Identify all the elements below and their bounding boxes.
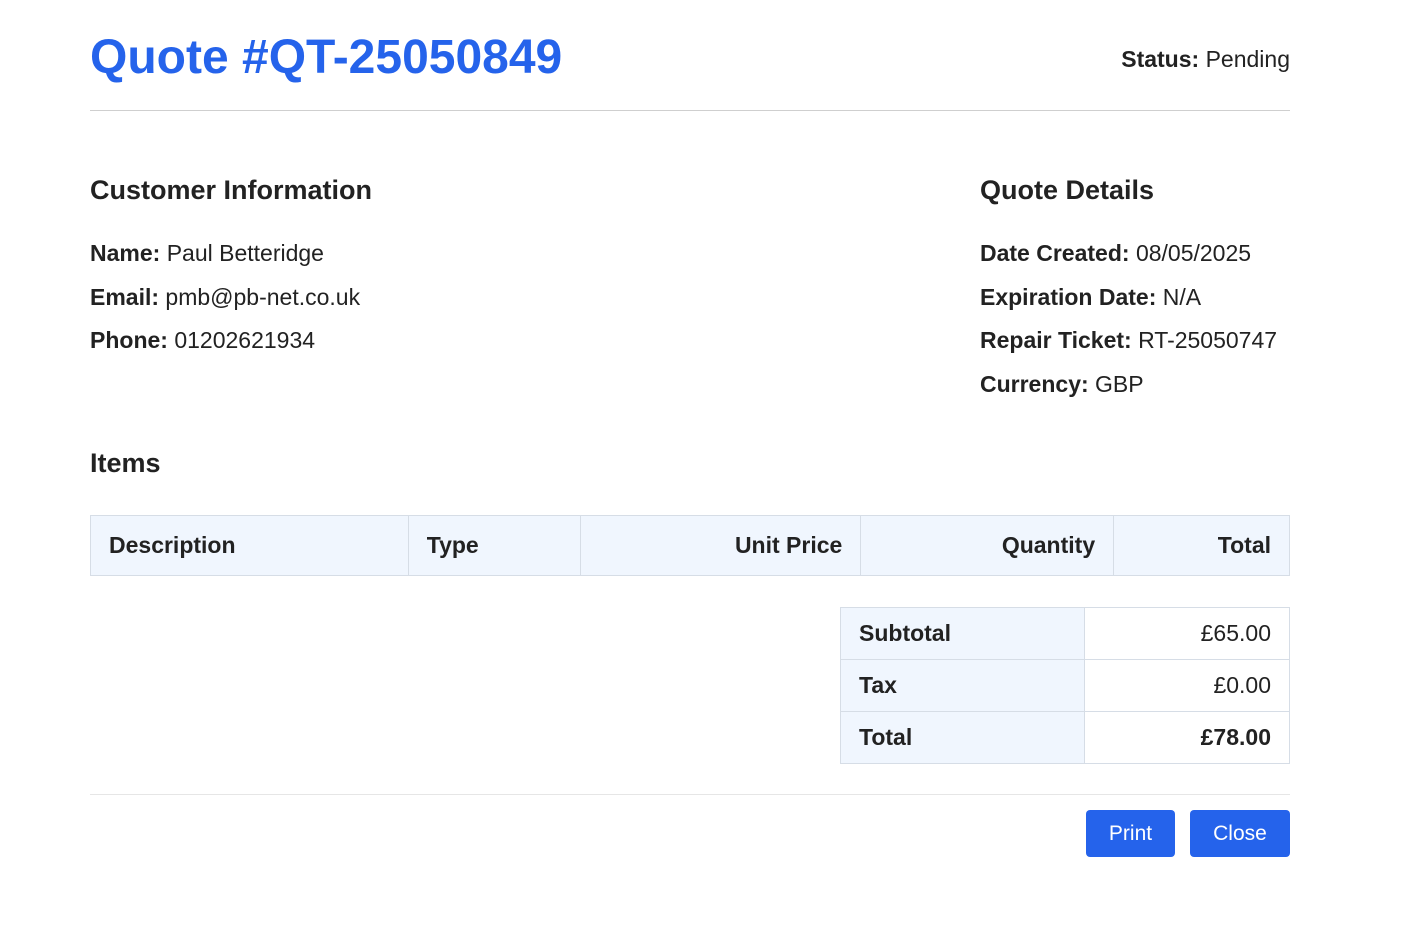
column-header-unit-price: Unit Price — [579, 515, 862, 576]
column-header-quantity: Quantity — [860, 515, 1115, 576]
info-section: Customer Information Name: Paul Betterid… — [90, 111, 1290, 431]
date-created-value: 08/05/2025 — [1135, 240, 1252, 266]
subtotal-label: Subtotal — [839, 607, 1086, 660]
tax-label: Tax — [839, 659, 1086, 712]
customer-email-field: Email: pmb@pb-net.co.uk — [90, 283, 372, 311]
customer-heading: Customer Information — [90, 175, 373, 205]
quote-header: Quote #QT-25050849 Status: Pending — [90, 0, 1290, 111]
total-label: Total — [839, 711, 1086, 764]
date-created-field: Date Created: 08/05/2025 — [980, 239, 1277, 267]
phone-value: 01202621934 — [174, 327, 316, 353]
totals-summary: Subtotal £65.00 Tax £0.00 Total £78.00 — [839, 607, 1290, 764]
column-header-type: Type — [407, 515, 581, 576]
phone-label: Phone: — [90, 327, 168, 353]
expiration-date-value: N/A — [1162, 283, 1202, 310]
total-value: £78.00 — [1084, 711, 1290, 764]
repair-ticket-field: Repair Ticket: RT-25050747 — [980, 326, 1277, 354]
customer-information: Customer Information Name: Paul Betterid… — [90, 173, 372, 354]
close-button[interactable]: Close — [1190, 810, 1290, 857]
expiration-date-field: Expiration Date: N/A — [980, 283, 1277, 311]
status-value: Pending — [1205, 46, 1290, 72]
items-header-row: Description Type Unit Price Quantity Tot… — [90, 515, 1290, 576]
name-label: Name: — [90, 240, 161, 266]
email-label: Email: — [90, 283, 160, 310]
quote-details: Quote Details Date Created: 08/05/2025 E… — [980, 173, 1277, 398]
footer-divider — [90, 794, 1290, 795]
status-indicator: Status: Pending — [1121, 45, 1290, 73]
name-value: Paul Betteridge — [166, 240, 324, 266]
subtotal-row: Subtotal £65.00 — [839, 607, 1290, 660]
currency-value: GBP — [1095, 370, 1144, 397]
expiration-date-label: Expiration Date: — [980, 283, 1157, 310]
currency-label: Currency: — [980, 370, 1089, 397]
repair-ticket-label: Repair Ticket: — [980, 327, 1132, 353]
items-heading: Items — [90, 448, 161, 478]
email-value: pmb@pb-net.co.uk — [165, 283, 361, 310]
customer-name-field: Name: Paul Betteridge — [90, 239, 372, 267]
subtotal-value: £65.00 — [1084, 607, 1290, 660]
print-button[interactable]: Print — [1086, 810, 1175, 857]
total-row: Total £78.00 — [839, 711, 1290, 764]
repair-ticket-value: RT-25050747 — [1138, 327, 1278, 353]
tax-row: Tax £0.00 — [839, 659, 1290, 712]
column-header-description: Description — [90, 515, 409, 576]
details-heading: Quote Details — [980, 175, 1155, 205]
tax-value: £0.00 — [1084, 659, 1290, 712]
status-label: Status: — [1121, 46, 1200, 72]
date-created-label: Date Created: — [980, 240, 1130, 266]
currency-field: Currency: GBP — [980, 370, 1277, 398]
page-title: Quote #QT-25050849 — [90, 31, 563, 84]
column-header-total: Total — [1113, 515, 1290, 576]
quote-view: Quote #QT-25050849 Status: Pending Custo… — [90, 0, 1290, 857]
items-table: Description Type Unit Price Quantity Tot… — [90, 515, 1290, 576]
customer-phone-field: Phone: 01202621934 — [90, 326, 372, 354]
